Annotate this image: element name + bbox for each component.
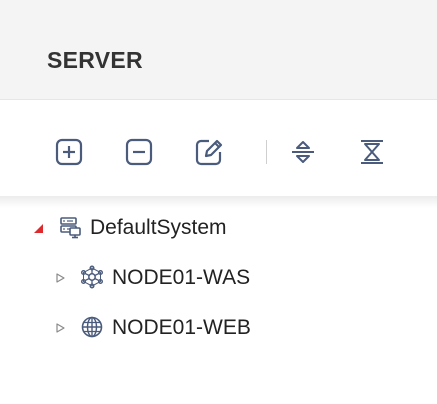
edit-button[interactable] bbox=[195, 138, 223, 166]
network-node-icon bbox=[81, 265, 104, 289]
tree-node-defaultsystem[interactable]: DefaultSystem bbox=[28, 213, 328, 243]
collapse-all-button[interactable] bbox=[358, 138, 386, 166]
globe-icon bbox=[81, 316, 103, 338]
remove-button[interactable] bbox=[125, 138, 153, 166]
edit-icon bbox=[195, 139, 223, 166]
expanded-triangle-icon[interactable] bbox=[32, 222, 44, 234]
tree-node-node01-web[interactable]: NODE01-WEB bbox=[50, 313, 350, 343]
toolbar-divider bbox=[0, 196, 437, 208]
panel-title: SERVER bbox=[47, 47, 143, 73]
toolbar-separator bbox=[266, 140, 267, 164]
tree-node-label: NODE01-WAS bbox=[112, 266, 251, 289]
expand-all-button[interactable] bbox=[289, 138, 317, 166]
server-icon bbox=[60, 217, 81, 239]
tree-node-label: NODE01-WEB bbox=[112, 316, 251, 339]
collapsed-triangle-icon[interactable] bbox=[54, 322, 66, 334]
tree-node-node01-was[interactable]: NODE01-WAS bbox=[50, 263, 350, 293]
collapse-all-icon bbox=[361, 140, 383, 164]
server-panel: SERVER DefaultSystem NODE01-WAS NODE01-W… bbox=[0, 0, 437, 404]
plus-square-icon bbox=[55, 138, 83, 166]
expand-all-icon bbox=[292, 141, 314, 163]
add-button[interactable] bbox=[55, 138, 83, 166]
tree-node-label: DefaultSystem bbox=[90, 216, 227, 239]
collapsed-triangle-icon[interactable] bbox=[54, 272, 66, 284]
minus-square-icon bbox=[125, 138, 153, 166]
panel-header: SERVER bbox=[0, 0, 437, 100]
